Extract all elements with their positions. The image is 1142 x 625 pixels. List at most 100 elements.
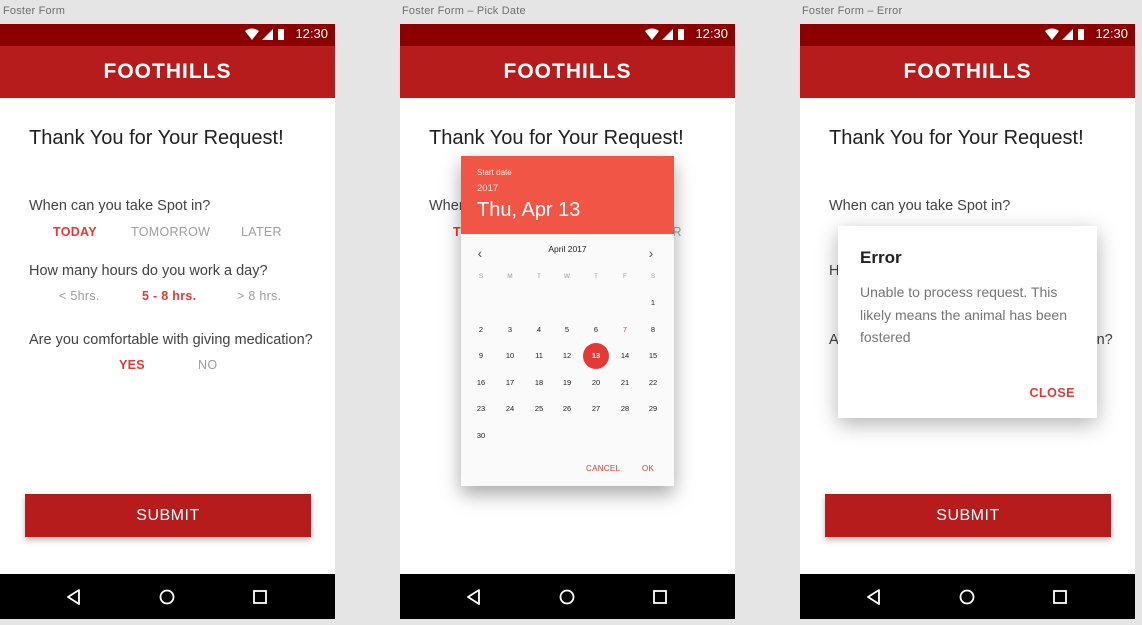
status-time: 12:30 (295, 26, 328, 41)
calendar-day[interactable]: 19 (554, 370, 580, 396)
status-bar: 12:30 (0, 24, 335, 46)
option-later[interactable]: LATER (241, 225, 282, 239)
home-icon[interactable] (156, 586, 178, 608)
weekday-label: S (478, 273, 484, 280)
signal-icon (262, 29, 273, 40)
question-medication: Are you comfortable with giving medicati… (29, 332, 313, 348)
ok-button[interactable]: OK (642, 464, 654, 473)
nav-bar (800, 574, 1135, 619)
date-picker-label: Start date (477, 168, 512, 177)
recents-icon[interactable] (1049, 586, 1071, 608)
chevron-right-icon[interactable]: › (644, 246, 658, 260)
calendar-day[interactable]: 15 (640, 343, 666, 369)
calendar-day[interactable]: 24 (497, 396, 523, 422)
calendar-day[interactable]: 4 (526, 317, 552, 343)
calendar-day[interactable]: 1 (640, 290, 666, 316)
status-icons (245, 28, 284, 40)
calendar-day[interactable]: 6 (583, 317, 609, 343)
calendar-day[interactable]: 27 (583, 396, 609, 422)
date-picker-year[interactable]: 2017 (477, 183, 498, 194)
calendar-day[interactable]: 17 (497, 370, 523, 396)
battery-icon (1078, 29, 1084, 40)
back-icon[interactable] (863, 586, 885, 608)
calendar-day[interactable]: 20 (583, 370, 609, 396)
signal-icon (662, 29, 673, 40)
recents-icon[interactable] (249, 586, 271, 608)
calendar-day[interactable]: 21 (612, 370, 638, 396)
date-picker-dialog: Start date 2017 Thu, Apr 13 ‹ April 2017… (461, 156, 674, 486)
calendar-day[interactable]: 29 (640, 396, 666, 422)
calendar-day[interactable]: 10 (497, 343, 523, 369)
app-bar-title: FOOTHILLS (400, 46, 735, 98)
error-dialog-message: Unable to process request. This likely m… (860, 284, 1068, 345)
calendar-day[interactable]: 5 (554, 317, 580, 343)
error-dialog-title: Error (860, 248, 902, 267)
calendar-month: April 2017 (548, 244, 587, 254)
phone-form: 12:30 FOOTHILLS Thank You for Your Reque… (0, 24, 335, 619)
option-over-8[interactable]: > 8 hrs. (237, 289, 281, 303)
question-availability: When can you take Spot in? (29, 198, 211, 214)
option-5-to-8[interactable]: 5 - 8 hrs. (142, 289, 196, 303)
page-title: Thank You for Your Request! (429, 127, 684, 149)
artboard-label-pick-date: Foster Form – Pick Date (402, 5, 526, 17)
calendar-day[interactable]: 12 (554, 343, 580, 369)
status-icons (1045, 28, 1084, 40)
status-time: 12:30 (1095, 26, 1128, 41)
option-under-5[interactable]: < 5hrs. (59, 289, 100, 303)
date-picker-header: Start date 2017 Thu, Apr 13 (461, 156, 674, 234)
calendar-day[interactable]: 28 (612, 396, 638, 422)
close-button[interactable]: CLOSE (1029, 386, 1075, 400)
weekday-label: M (507, 273, 513, 280)
page-title: Thank You for Your Request! (829, 127, 1084, 149)
calendar-day[interactable]: 22 (640, 370, 666, 396)
home-icon[interactable] (956, 586, 978, 608)
weekday-label: T (537, 273, 541, 280)
page-title: Thank You for Your Request! (29, 127, 284, 149)
artboard-label-error: Foster Form – Error (802, 5, 903, 17)
artboard-label-form: Foster Form (3, 5, 66, 17)
battery-icon (678, 29, 684, 40)
date-picker-selected-date[interactable]: Thu, Apr 13 (477, 199, 580, 222)
calendar-day[interactable]: 18 (526, 370, 552, 396)
calendar-day[interactable]: 11 (526, 343, 552, 369)
home-icon[interactable] (556, 586, 578, 608)
submit-button[interactable]: SUBMIT (25, 494, 311, 537)
battery-icon (278, 29, 284, 40)
calendar-day[interactable]: 26 (554, 396, 580, 422)
back-icon[interactable] (63, 586, 85, 608)
app-bar-title: FOOTHILLS (800, 46, 1135, 98)
phone-error: 12:30 FOOTHILLS Thank You for Your Reque… (800, 24, 1135, 619)
calendar-day[interactable]: 16 (468, 370, 494, 396)
wifi-icon (245, 28, 259, 40)
calendar-day[interactable]: 9 (468, 343, 494, 369)
calendar-day[interactable]: 13 (583, 343, 609, 369)
weekday-label: W (563, 273, 571, 280)
calendar-day[interactable]: 30 (468, 423, 494, 449)
calendar-day[interactable]: 2 (468, 317, 494, 343)
nav-bar (0, 574, 335, 619)
question-hours: How many hours do you work a day? (29, 263, 268, 279)
wifi-icon (1045, 28, 1059, 40)
weekday-label: F (623, 273, 627, 280)
weekday-label: S (650, 273, 656, 280)
calendar-day[interactable]: 8 (640, 317, 666, 343)
submit-button[interactable]: SUBMIT (825, 494, 1111, 537)
option-no[interactable]: NO (198, 358, 217, 372)
calendar-day[interactable]: 14 (612, 343, 638, 369)
calendar-day[interactable]: 25 (526, 396, 552, 422)
phone-pick-date: 12:30 FOOTHILLS Thank You for Your Reque… (400, 24, 735, 619)
calendar-day[interactable]: 3 (497, 317, 523, 343)
status-time: 12:30 (695, 26, 728, 41)
option-tomorrow[interactable]: TOMORROW (131, 225, 210, 239)
cancel-button[interactable]: CANCEL (586, 464, 620, 473)
back-icon[interactable] (463, 586, 485, 608)
option-yes[interactable]: YES (119, 358, 145, 372)
status-bar: 12:30 (800, 24, 1135, 46)
signal-icon (1062, 29, 1073, 40)
status-icons (645, 28, 684, 40)
option-today[interactable]: TODAY (53, 225, 97, 239)
calendar-day[interactable]: 23 (468, 396, 494, 422)
calendar-day[interactable]: 7 (612, 317, 638, 343)
weekday-label: T (594, 273, 598, 280)
recents-icon[interactable] (649, 586, 671, 608)
